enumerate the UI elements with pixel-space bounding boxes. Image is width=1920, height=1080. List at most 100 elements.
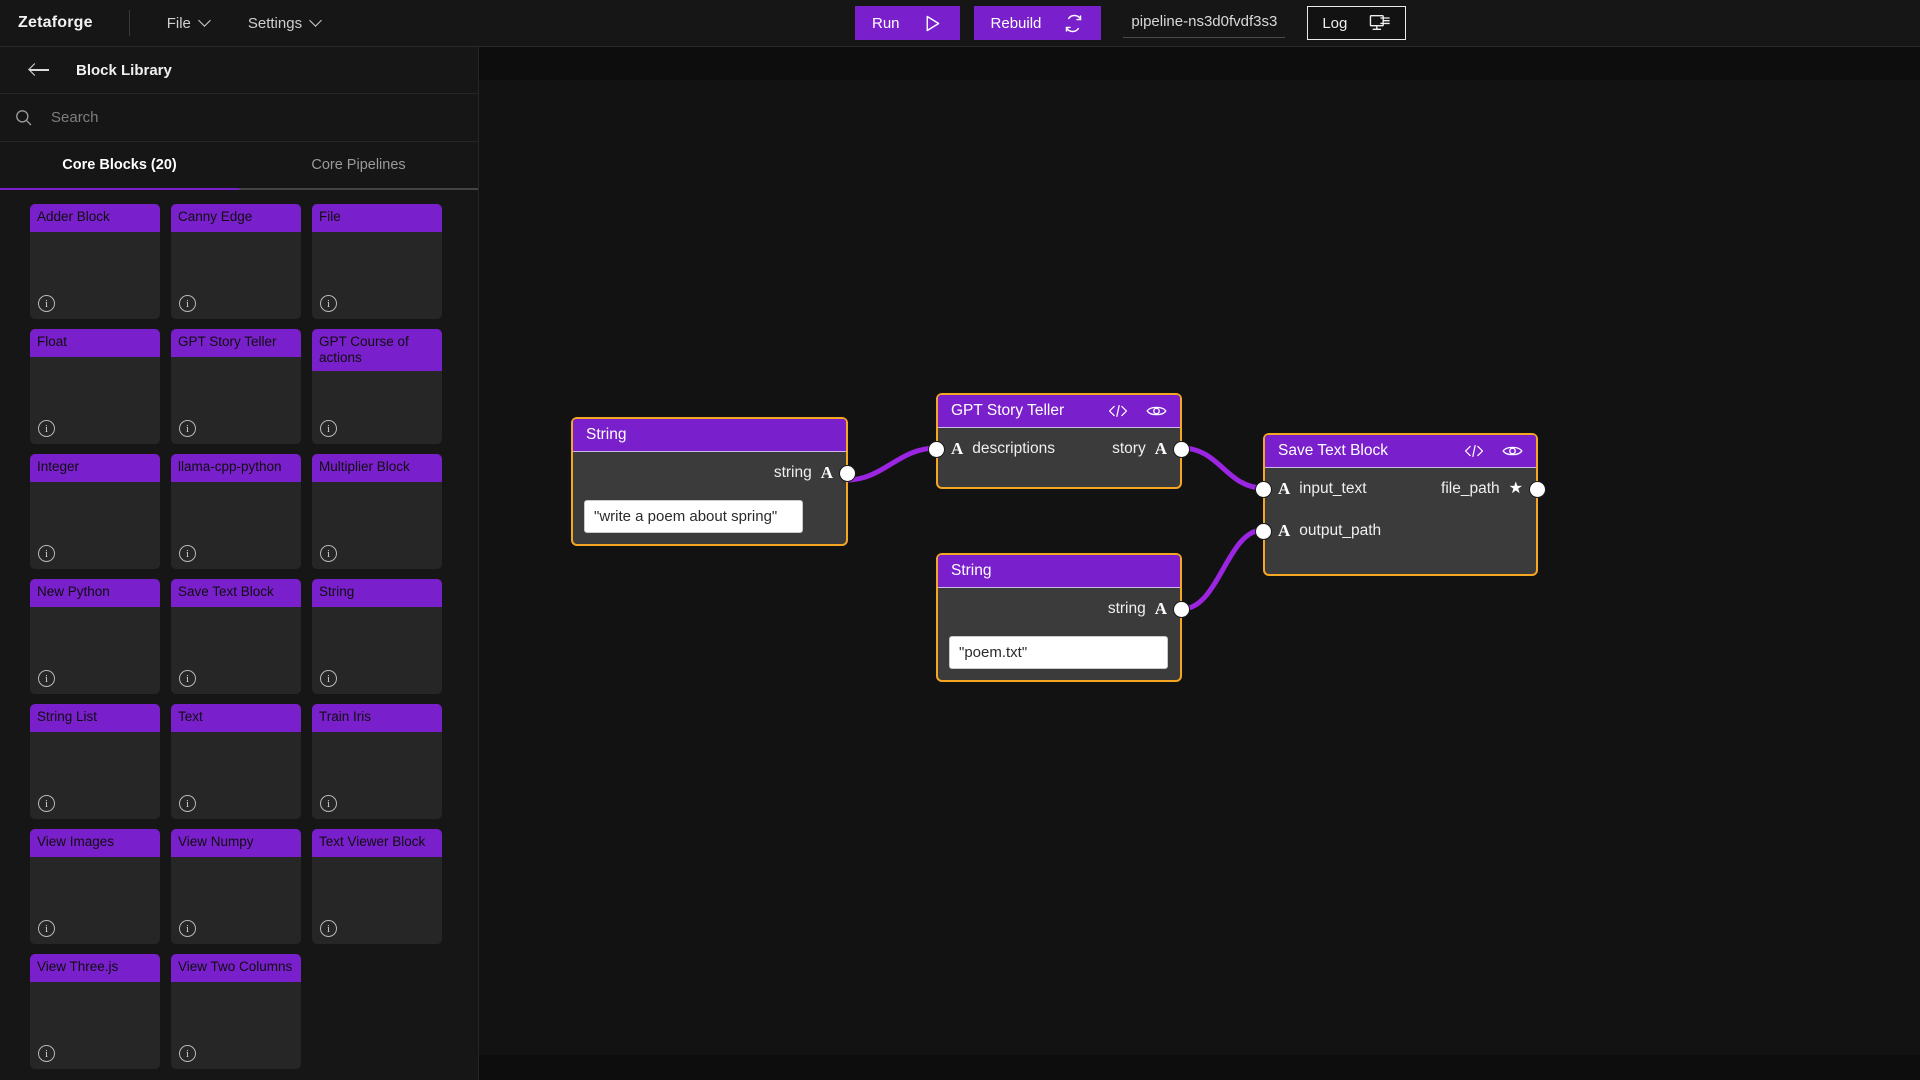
- block-card-body: i: [312, 857, 442, 944]
- info-icon[interactable]: i: [320, 295, 337, 312]
- log-button[interactable]: Log: [1307, 6, 1407, 40]
- output-port-string[interactable]: string A: [1108, 599, 1167, 619]
- info-icon[interactable]: i: [38, 920, 55, 937]
- output-connector-dot[interactable]: [1173, 441, 1190, 458]
- block-card[interactable]: File i: [312, 204, 442, 319]
- node-string-prompt[interactable]: String string A: [571, 417, 856, 546]
- pipeline-canvas[interactable]: String string A GPT Story Teller: [479, 80, 1920, 1055]
- tab-core-pipelines[interactable]: Core Pipelines: [239, 142, 478, 190]
- string-value-input[interactable]: [949, 636, 1168, 669]
- node-header[interactable]: GPT Story Teller: [938, 395, 1180, 428]
- output-connector-dot[interactable]: [1529, 481, 1546, 498]
- info-icon[interactable]: i: [320, 545, 337, 562]
- block-card-title: String: [312, 579, 442, 607]
- menu-settings[interactable]: Settings: [248, 15, 322, 32]
- info-icon[interactable]: i: [38, 1045, 55, 1062]
- block-card[interactable]: Adder Block i: [30, 204, 160, 319]
- block-card[interactable]: GPT Story Teller i: [171, 329, 301, 444]
- input-connector-dot[interactable]: [1255, 481, 1272, 498]
- output-port-file-path[interactable]: file_path ★: [1441, 480, 1523, 498]
- block-card[interactable]: Train Iris i: [312, 704, 442, 819]
- monitor-terminal-icon: [1369, 13, 1391, 33]
- block-card[interactable]: View Two Columns i: [171, 954, 301, 1069]
- output-port-label: string: [773, 464, 812, 481]
- block-card[interactable]: Save Text Block i: [171, 579, 301, 694]
- code-icon[interactable]: [1108, 403, 1128, 419]
- block-card-body: i: [171, 732, 301, 819]
- block-card-title: Integer: [30, 454, 160, 482]
- node-header[interactable]: String: [938, 555, 1180, 588]
- output-connector-dot[interactable]: [839, 465, 856, 482]
- eye-icon[interactable]: [1146, 403, 1167, 419]
- block-card-title: String List: [30, 704, 160, 732]
- block-card[interactable]: New Python i: [30, 579, 160, 694]
- block-card[interactable]: String i: [312, 579, 442, 694]
- type-string-icon: A: [1154, 439, 1167, 458]
- info-icon[interactable]: i: [179, 545, 196, 562]
- info-icon[interactable]: i: [179, 670, 196, 687]
- block-card-body: i: [312, 482, 442, 569]
- block-card[interactable]: Canny Edge i: [171, 204, 301, 319]
- info-icon[interactable]: i: [320, 920, 337, 937]
- info-icon[interactable]: i: [179, 295, 196, 312]
- block-card-body: i: [30, 357, 160, 444]
- block-card[interactable]: Multiplier Block i: [312, 454, 442, 569]
- edge-filename-to-save: [1179, 527, 1266, 612]
- block-card[interactable]: llama-cpp-python i: [171, 454, 301, 569]
- pipeline-name-field[interactable]: pipeline-ns3d0fvdf3s3: [1123, 9, 1286, 38]
- back-arrow-icon[interactable]: [30, 62, 50, 78]
- info-icon[interactable]: i: [320, 670, 337, 687]
- run-button[interactable]: Run: [855, 6, 960, 40]
- block-card[interactable]: Text i: [171, 704, 301, 819]
- node-title: GPT Story Teller: [951, 402, 1065, 419]
- info-icon[interactable]: i: [38, 420, 55, 437]
- code-icon[interactable]: [1464, 443, 1484, 459]
- output-port-story[interactable]: story A: [1112, 439, 1167, 459]
- node-save-text-block[interactable]: Save Text Block A input_text file_path ★…: [1255, 433, 1546, 576]
- info-icon[interactable]: i: [38, 545, 55, 562]
- info-icon[interactable]: i: [320, 420, 337, 437]
- node-string-filename[interactable]: String string A: [936, 553, 1190, 682]
- input-port-input-text[interactable]: A input_text: [1278, 479, 1367, 499]
- block-card[interactable]: View Numpy i: [171, 829, 301, 944]
- block-card[interactable]: String List i: [30, 704, 160, 819]
- tab-core-blocks-label: Core Blocks (20): [62, 157, 177, 173]
- block-grid-scroll-area[interactable]: Adder Block i Canny Edge i File i Float i GPT St…: [0, 190, 478, 1080]
- block-card-title: View Two Columns: [171, 954, 301, 982]
- input-port-output-path[interactable]: A output_path: [1278, 521, 1381, 541]
- input-connector-dot[interactable]: [1255, 523, 1272, 540]
- input-connector-dot[interactable]: [928, 441, 945, 458]
- info-icon[interactable]: i: [320, 795, 337, 812]
- info-icon[interactable]: i: [38, 670, 55, 687]
- info-icon[interactable]: i: [179, 795, 196, 812]
- info-icon[interactable]: i: [38, 795, 55, 812]
- block-card-title: GPT Story Teller: [171, 329, 301, 357]
- output-port-string[interactable]: string A: [774, 463, 833, 483]
- tab-core-blocks[interactable]: Core Blocks (20): [0, 142, 239, 190]
- node-gpt-story-teller[interactable]: GPT Story Teller A descriptions story A: [928, 393, 1190, 489]
- block-library-sidebar: Block Library Core Blocks (20) Core Pipe…: [0, 47, 479, 1080]
- search-input[interactable]: [51, 109, 478, 126]
- block-card[interactable]: GPT Course of actions i: [312, 329, 442, 444]
- info-icon[interactable]: i: [179, 1045, 196, 1062]
- node-title: Save Text Block: [1278, 442, 1388, 459]
- node-header[interactable]: String: [573, 419, 846, 452]
- block-card[interactable]: View Images i: [30, 829, 160, 944]
- output-port-row: string A: [573, 452, 856, 494]
- block-card[interactable]: Float i: [30, 329, 160, 444]
- string-value-input[interactable]: [584, 500, 803, 533]
- rebuild-button[interactable]: Rebuild: [973, 6, 1102, 40]
- block-card[interactable]: Integer i: [30, 454, 160, 569]
- block-card[interactable]: Text Viewer Block i: [312, 829, 442, 944]
- edge-string-to-gpt: [844, 445, 939, 483]
- node-header[interactable]: Save Text Block: [1265, 435, 1536, 468]
- info-icon[interactable]: i: [38, 295, 55, 312]
- info-icon[interactable]: i: [179, 420, 196, 437]
- eye-icon[interactable]: [1502, 443, 1523, 459]
- block-card-title: llama-cpp-python: [171, 454, 301, 482]
- output-connector-dot[interactable]: [1173, 601, 1190, 618]
- info-icon[interactable]: i: [179, 920, 196, 937]
- input-port-descriptions[interactable]: A descriptions: [951, 439, 1055, 459]
- menu-file[interactable]: File: [167, 15, 211, 32]
- block-card[interactable]: View Three.js i: [30, 954, 160, 1069]
